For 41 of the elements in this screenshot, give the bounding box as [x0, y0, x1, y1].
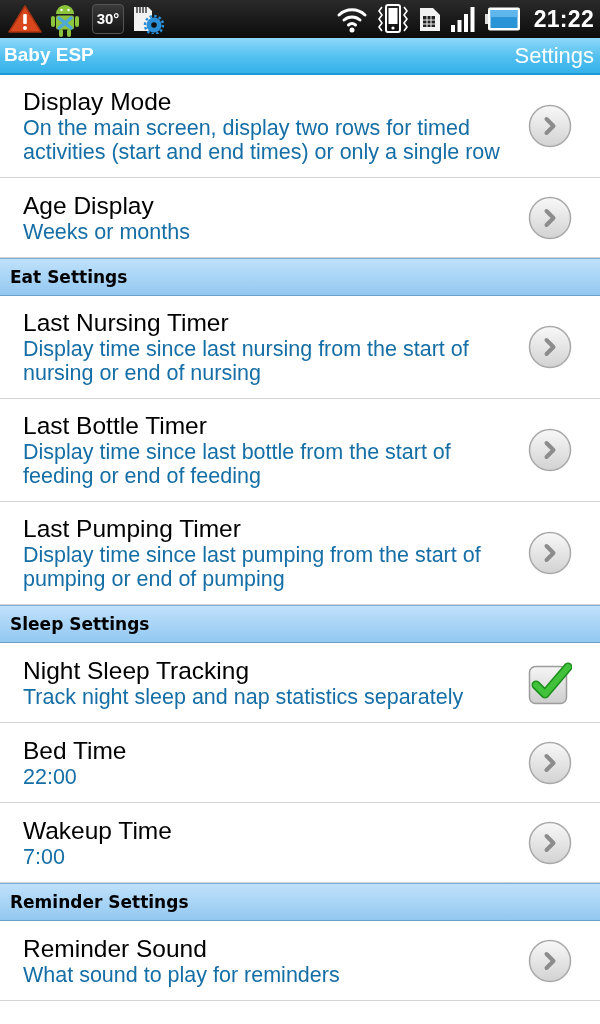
setting-summary: Display time since last bottle from the start of feeding or end of feeding [23, 440, 452, 488]
setting-summary: On the main screen, display two rows for timed activities (start and end times) or only a single row [23, 116, 501, 164]
battery-icon[interactable] [483, 6, 522, 32]
setting-title: Reminder Sound [23, 934, 208, 963]
chevron-circle-icon[interactable] [528, 325, 572, 369]
checked-checkbox[interactable] [528, 660, 572, 705]
setting-summary: Weeks or months [23, 219, 191, 244]
chevron-circle-icon[interactable] [528, 938, 572, 983]
setting-title: Last Bottle Timer [23, 412, 208, 440]
setting-summary: Display time since last nursing from the start of nursing or end of nursing [23, 337, 470, 385]
screen-title: Settings [514, 42, 594, 70]
sim-card-icon[interactable] [417, 5, 442, 33]
setting-summary: 7:00 [23, 844, 66, 869]
wifi-icon[interactable] [335, 5, 368, 33]
section-header: Eat Settings [0, 258, 600, 296]
chevron-circle-icon[interactable] [528, 531, 572, 575]
clock-time: 21:22 [533, 5, 594, 34]
setting-summary: Track night sleep and nap statistics separately [23, 684, 465, 709]
setting-summary: 22:00 [23, 764, 78, 789]
sd-card-gear-icon[interactable] [132, 4, 164, 34]
setting-summary: What sound to play for reminders [23, 962, 341, 987]
setting-title: Wakeup Time [23, 816, 173, 845]
setting-title: Last Nursing Timer [23, 309, 230, 337]
setting-title: Display Mode [23, 88, 173, 116]
temperature-tile[interactable]: 30° [92, 4, 124, 34]
setting-title: Age Display [23, 191, 155, 220]
chevron-circle-icon[interactable] [528, 820, 572, 865]
signal-icon[interactable] [449, 5, 476, 33]
setting-title: Last Pumping Timer [23, 515, 242, 543]
setting-title: Bed Time [23, 736, 128, 765]
section-header: Reminder Settings [0, 883, 600, 921]
app-title: Baby ESP [4, 43, 94, 68]
chevron-circle-icon[interactable] [528, 104, 572, 148]
warning-icon[interactable] [8, 4, 42, 34]
setting-title: Night Sleep Tracking [23, 656, 251, 685]
chevron-circle-icon[interactable] [528, 740, 572, 785]
chevron-circle-icon[interactable] [528, 428, 572, 472]
chevron-circle-icon[interactable] [528, 195, 572, 240]
setting-summary: Display time since last pumping from the start of pumping or end of pumping [23, 543, 482, 591]
section-header: Sleep Settings [0, 605, 600, 643]
vibrate-icon[interactable] [375, 3, 410, 35]
